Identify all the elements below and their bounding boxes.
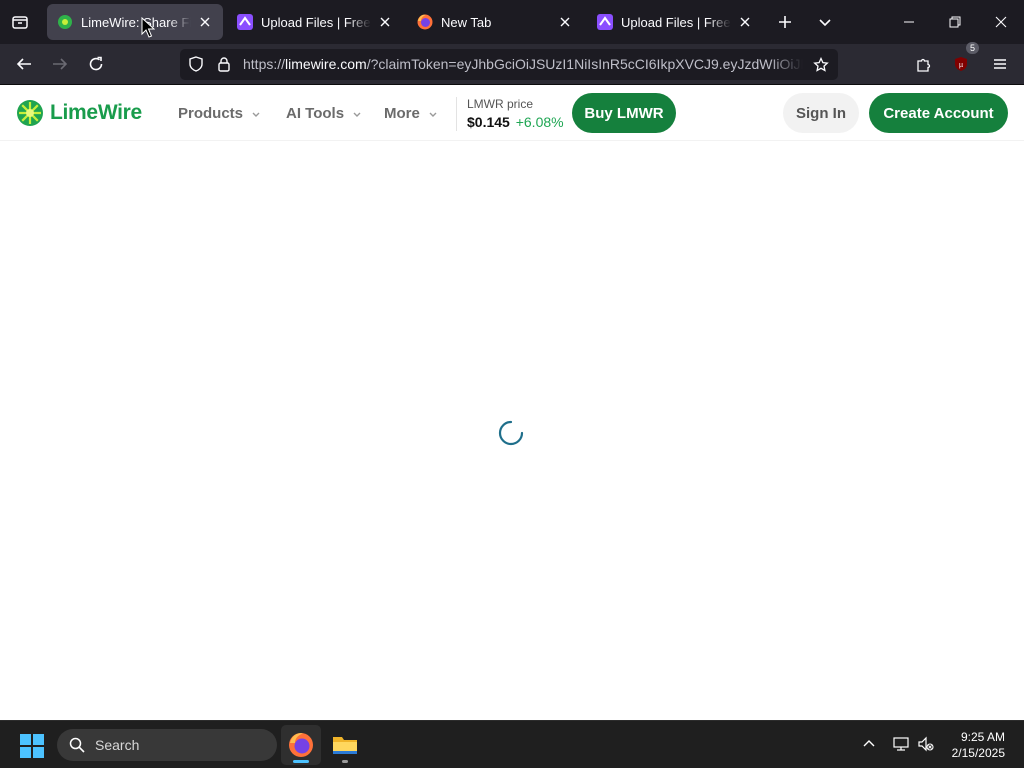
price-amount: $0.145: [467, 114, 510, 130]
running-app-indicator: [342, 760, 348, 763]
file-explorer-icon: [333, 737, 357, 754]
limewire-icon: [57, 14, 73, 30]
forward-arrow-icon: [53, 58, 68, 70]
windows-start-icon[interactable]: [20, 734, 44, 758]
new-tab-button[interactable]: [773, 10, 797, 34]
nav-products-label: Products: [178, 105, 244, 122]
tab-limewire[interactable]: LimeWire: Share Files: [47, 4, 223, 40]
reload-icon: [89, 56, 103, 71]
tab-upload-files-2[interactable]: Upload Files | Free File Sharing: [587, 4, 763, 40]
close-icon: [995, 16, 1007, 28]
plus-icon: [779, 16, 791, 28]
extension-badge: 5: [965, 42, 979, 54]
sign-in-button[interactable]: Sign In: [783, 93, 859, 133]
chevron-down-icon: [252, 112, 260, 117]
ublock-icon: µ: [955, 57, 967, 71]
buy-lmwr-button[interactable]: Buy LMWR: [572, 93, 676, 133]
puzzle-icon: [917, 58, 931, 72]
volume-tray-button[interactable]: [915, 733, 937, 755]
logo-text: LimeWire: [50, 101, 142, 124]
url-path: /?claimToken=eyJhbGciOiJSUzI1NiIsInR5cCI…: [366, 56, 803, 72]
nav-products[interactable]: Products: [178, 105, 261, 122]
bookmark-star-icon[interactable]: [810, 54, 832, 76]
nav-divider: [456, 97, 457, 131]
loading-spinner-icon: [498, 420, 524, 446]
mouse-cursor-icon: [141, 17, 155, 38]
app-menu-button[interactable]: [986, 50, 1014, 78]
lock-icon[interactable]: [216, 56, 232, 77]
volume-muted-icon: [918, 736, 934, 752]
limewire-logo-icon: [17, 100, 43, 126]
tab-title: Upload Files | Free File Sharing: [261, 14, 371, 30]
show-hidden-icons-button[interactable]: [858, 733, 880, 755]
close-window-button[interactable]: [978, 0, 1024, 44]
nav-more-label: More: [384, 105, 420, 122]
url-text[interactable]: https://limewire.com/?claimToken=eyJhbGc…: [243, 56, 803, 72]
restore-button[interactable]: [932, 0, 978, 44]
extensions-button[interactable]: [910, 50, 938, 78]
back-arrow-icon: [16, 58, 31, 70]
price-value: $0.145 +6.08%: [467, 114, 564, 130]
taskbar-file-explorer[interactable]: [325, 725, 365, 765]
tab-list-icon: [12, 16, 28, 29]
firefox-icon: [289, 733, 313, 757]
tab-title: LimeWire: Share Files: [81, 14, 191, 30]
nav-ai-tools[interactable]: AI Tools: [286, 105, 362, 122]
tab-upload-files-1[interactable]: Upload Files | Free File Sharing: [227, 4, 403, 40]
limewire-logo[interactable]: LimeWire: [16, 99, 142, 127]
url-bar[interactable]: https://limewire.com/?claimToken=eyJhbGc…: [180, 49, 838, 80]
firefox-icon: [417, 14, 433, 30]
tab-new-tab[interactable]: New Tab: [407, 4, 583, 40]
minimize-button[interactable]: [886, 0, 932, 44]
system-clock[interactable]: 9:25 AM 2/15/2025: [952, 729, 1005, 761]
site-header: LimeWire Products AI Tools More LMWR pri…: [0, 85, 1024, 141]
back-button[interactable]: [10, 50, 38, 78]
create-account-button[interactable]: Create Account: [869, 93, 1008, 133]
search-icon: [69, 737, 85, 753]
upload-files-icon: [237, 14, 253, 30]
close-tab-icon[interactable]: [197, 14, 213, 30]
url-host: limewire.com: [285, 56, 367, 72]
close-tab-icon[interactable]: [557, 14, 573, 30]
search-placeholder: Search: [95, 737, 140, 753]
url-prefix: https://: [243, 56, 286, 72]
hamburger-menu-icon: [994, 59, 1006, 69]
active-app-indicator: [293, 760, 309, 763]
chevron-down-icon: [429, 112, 437, 117]
close-tab-icon[interactable]: [377, 14, 393, 30]
nav-ai-tools-label: AI Tools: [286, 105, 345, 122]
taskbar-search[interactable]: Search: [57, 729, 277, 761]
chevron-up-icon: [863, 740, 875, 747]
minimize-icon: [904, 21, 914, 23]
network-tray-button[interactable]: [890, 733, 912, 755]
taskbar: Search 9:25 AM 2/15/2025: [0, 720, 1024, 768]
upload-files-icon: [597, 14, 613, 30]
ublock-extension-button[interactable]: µ 5: [947, 42, 979, 78]
tab-title: New Tab: [441, 14, 492, 30]
chevron-down-icon: [819, 19, 831, 27]
tab-title: Upload Files | Free File Sharing: [621, 14, 731, 30]
nav-more[interactable]: More: [384, 105, 438, 122]
taskbar-firefox[interactable]: [281, 725, 321, 765]
svg-text:µ: µ: [959, 62, 963, 69]
tab-list-button[interactable]: [8, 10, 32, 34]
price-change: +6.08%: [515, 114, 564, 130]
forward-button[interactable]: [46, 50, 74, 78]
reload-button[interactable]: [82, 50, 110, 78]
tracking-protection-icon[interactable]: [188, 56, 204, 77]
chevron-down-icon: [353, 112, 361, 117]
price-label: LMWR price: [467, 97, 534, 111]
close-tab-icon[interactable]: [737, 14, 753, 30]
clock-time: 9:25 AM: [960, 730, 1005, 744]
list-all-tabs-button[interactable]: [813, 10, 837, 34]
nav-toolbar: https://limewire.com/?claimToken=eyJhbGc…: [0, 42, 1024, 85]
clock-date: 2/15/2025: [951, 746, 1005, 760]
restore-icon: [949, 16, 961, 28]
network-icon: [893, 737, 909, 751]
